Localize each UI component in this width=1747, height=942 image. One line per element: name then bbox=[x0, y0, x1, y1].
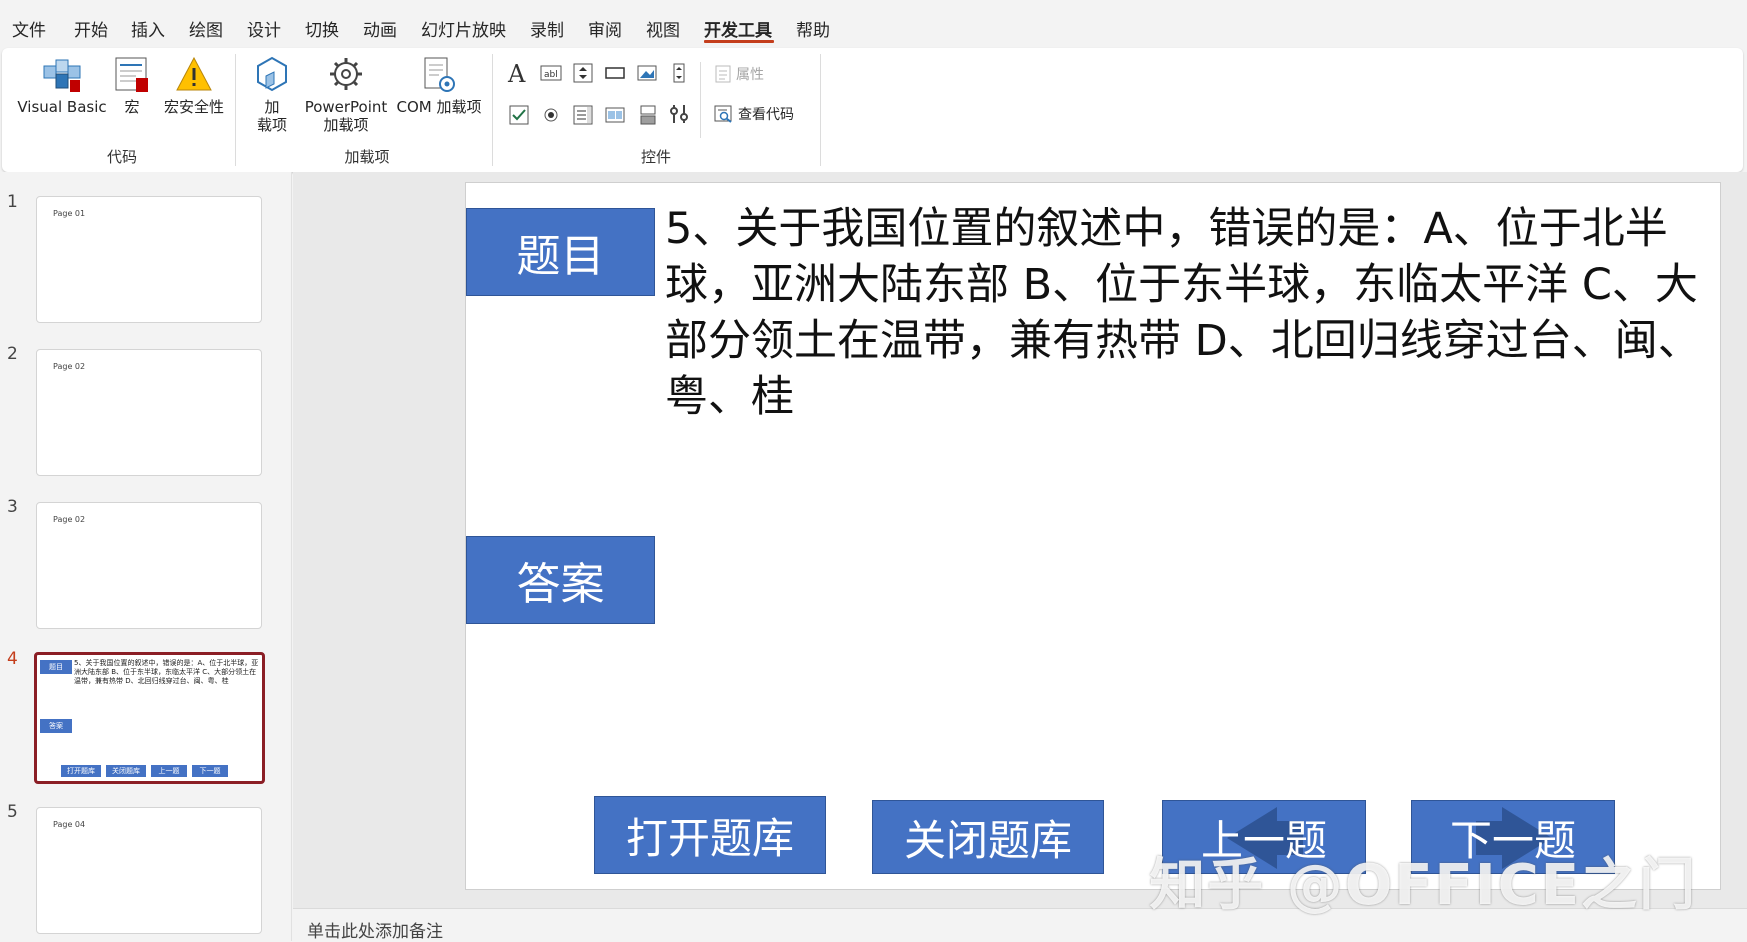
menu-view[interactable]: 视图 bbox=[646, 16, 680, 41]
menu-review[interactable]: 审阅 bbox=[588, 16, 622, 41]
view-code-button[interactable]: 查看代码 bbox=[714, 104, 794, 124]
checkbox-control-icon[interactable] bbox=[508, 104, 530, 126]
svg-text:abl: abl bbox=[544, 70, 558, 80]
properties-icon bbox=[715, 65, 731, 83]
open-question-bank-button[interactable]: 打开题库 bbox=[594, 796, 826, 874]
mini-topic-button: 题目 bbox=[40, 660, 72, 674]
topic-button[interactable]: 题目 bbox=[466, 208, 655, 296]
menu-insert[interactable]: 插入 bbox=[131, 16, 165, 41]
more-controls-icon[interactable] bbox=[668, 102, 690, 126]
com-addins-icon bbox=[424, 57, 455, 92]
group-separator bbox=[235, 54, 236, 166]
macros-label: 宏 bbox=[124, 98, 140, 116]
menu-slideshow[interactable]: 幻灯片放映 bbox=[421, 16, 506, 41]
powerpoint-addins-label-2: 加载项 bbox=[323, 116, 369, 134]
answer-button[interactable]: 答案 bbox=[466, 536, 655, 624]
slide-thumbnail-4[interactable]: 题目 5、关于我国位置的叙述中，错误的是：A、位于北半球，亚洲大陆东部 B、位于… bbox=[34, 652, 265, 784]
group-separator bbox=[820, 54, 821, 166]
slide-number: 5 bbox=[7, 802, 18, 822]
menu-help[interactable]: 帮助 bbox=[796, 16, 830, 41]
mini-close-button: 关闭题库 bbox=[106, 765, 146, 777]
mini-answer-button: 答案 bbox=[40, 719, 72, 733]
active-tab-indicator bbox=[704, 40, 774, 43]
slide[interactable]: 题目 5、关于我国位置的叙述中，错误的是：A、位于北半球，亚洲大陆东部 B、位于… bbox=[465, 182, 1721, 890]
slide-thumbnail-pane: 1 Page 01 2 Page 02 3 Page 02 4 题目 5、关于我… bbox=[0, 172, 292, 941]
powerpoint-addins-button[interactable]: PowerPoint 加载项 bbox=[302, 48, 390, 134]
menu-bar: 文件 开始 插入 绘图 设计 切换 动画 幻灯片放映 录制 审阅 视图 开发工具… bbox=[0, 0, 1747, 48]
properties-label: 属性 bbox=[736, 67, 764, 83]
thumbnail-title: Page 02 bbox=[53, 362, 86, 371]
toggle-control-icon[interactable] bbox=[638, 104, 658, 126]
menu-developer[interactable]: 开发工具 bbox=[704, 16, 772, 41]
label-control-icon[interactable]: A bbox=[508, 60, 525, 88]
radio-control-icon[interactable] bbox=[542, 106, 560, 124]
menu-transitions[interactable]: 切换 bbox=[305, 16, 339, 41]
macros-button[interactable]: 宏 bbox=[112, 48, 152, 116]
thumbnail-title: Page 04 bbox=[53, 820, 86, 829]
scrollbar-control-icon[interactable] bbox=[670, 62, 688, 84]
macro-security-button[interactable]: 宏安全性 bbox=[160, 48, 228, 116]
button-control-icon[interactable] bbox=[605, 66, 625, 80]
mini-next-button: 下一题 bbox=[192, 765, 228, 777]
menu-design[interactable]: 设计 bbox=[247, 16, 281, 41]
mini-open-button: 打开题库 bbox=[61, 765, 101, 777]
visual-basic-button[interactable]: Visual Basic bbox=[14, 48, 110, 116]
view-code-icon bbox=[714, 105, 732, 123]
group-addins-label: 加载项 bbox=[344, 148, 390, 166]
spin-control-icon[interactable] bbox=[572, 62, 594, 84]
menu-animations[interactable]: 动画 bbox=[363, 16, 397, 41]
visual-basic-label: Visual Basic bbox=[17, 98, 107, 116]
slide-thumbnail-3[interactable]: Page 02 bbox=[36, 502, 262, 629]
mini-question-text: 5、关于我国位置的叙述中，错误的是：A、位于北半球，亚洲大陆东部 B、位于东半球… bbox=[74, 659, 259, 685]
textbox-control-icon[interactable]: abl bbox=[540, 64, 562, 82]
slide-number: 3 bbox=[7, 497, 18, 517]
close-question-bank-button[interactable]: 关闭题库 bbox=[872, 800, 1104, 874]
listbox-control-icon[interactable] bbox=[572, 104, 594, 126]
question-text[interactable]: 5、关于我国位置的叙述中，错误的是：A、位于北半球，亚洲大陆东部 B、位于东半球… bbox=[665, 201, 1705, 425]
menu-draw[interactable]: 绘图 bbox=[189, 16, 223, 41]
macro-security-label: 宏安全性 bbox=[163, 98, 224, 116]
com-addins-button[interactable]: COM 加载项 bbox=[394, 48, 484, 116]
menu-file[interactable]: 文件 bbox=[12, 16, 46, 41]
properties-button[interactable]: 属性 bbox=[714, 64, 764, 84]
addins-label-2: 载项 bbox=[256, 116, 287, 134]
gear-icon bbox=[330, 58, 362, 90]
visual-basic-icon bbox=[43, 59, 81, 92]
combobox-control-icon[interactable] bbox=[604, 104, 626, 126]
mini-prev-button: 上一题 bbox=[151, 765, 187, 777]
powerpoint-addins-label-1: PowerPoint bbox=[304, 98, 388, 116]
slide-number: 2 bbox=[7, 344, 18, 364]
group-controls-label: 控件 bbox=[640, 148, 671, 166]
slide-thumbnail-1[interactable]: Page 01 bbox=[36, 196, 262, 323]
watermark: 知乎 @OFFICE之门 bbox=[1149, 853, 1697, 918]
thumbnail-title: Page 01 bbox=[53, 209, 86, 218]
warning-icon bbox=[176, 56, 212, 91]
com-addins-label: COM 加载项 bbox=[396, 98, 482, 116]
addins-hexagon-icon bbox=[257, 56, 287, 92]
addins-label-1: 加 bbox=[264, 98, 280, 116]
macros-icon bbox=[115, 57, 148, 92]
group-separator bbox=[492, 54, 493, 166]
menu-home[interactable]: 开始 bbox=[74, 16, 108, 41]
notes-placeholder: 单击此处添加备注 bbox=[307, 922, 443, 942]
addins-button[interactable]: 加 载项 bbox=[250, 48, 294, 134]
slide-number: 1 bbox=[7, 192, 18, 212]
image-control-icon[interactable] bbox=[636, 62, 658, 84]
menu-record[interactable]: 录制 bbox=[530, 16, 564, 41]
view-code-label: 查看代码 bbox=[738, 107, 794, 123]
thumbnail-title: Page 02 bbox=[53, 515, 86, 524]
slide-number: 4 bbox=[7, 649, 18, 669]
ribbon: Visual Basic 宏 宏安全性 代码 加 载项 PowerPoint 加… bbox=[2, 48, 1743, 172]
controls-inner-separator bbox=[700, 62, 701, 138]
slide-thumbnail-2[interactable]: Page 02 bbox=[36, 349, 262, 476]
group-code-label: 代码 bbox=[106, 148, 137, 166]
slide-thumbnail-5[interactable]: Page 04 bbox=[36, 807, 262, 934]
